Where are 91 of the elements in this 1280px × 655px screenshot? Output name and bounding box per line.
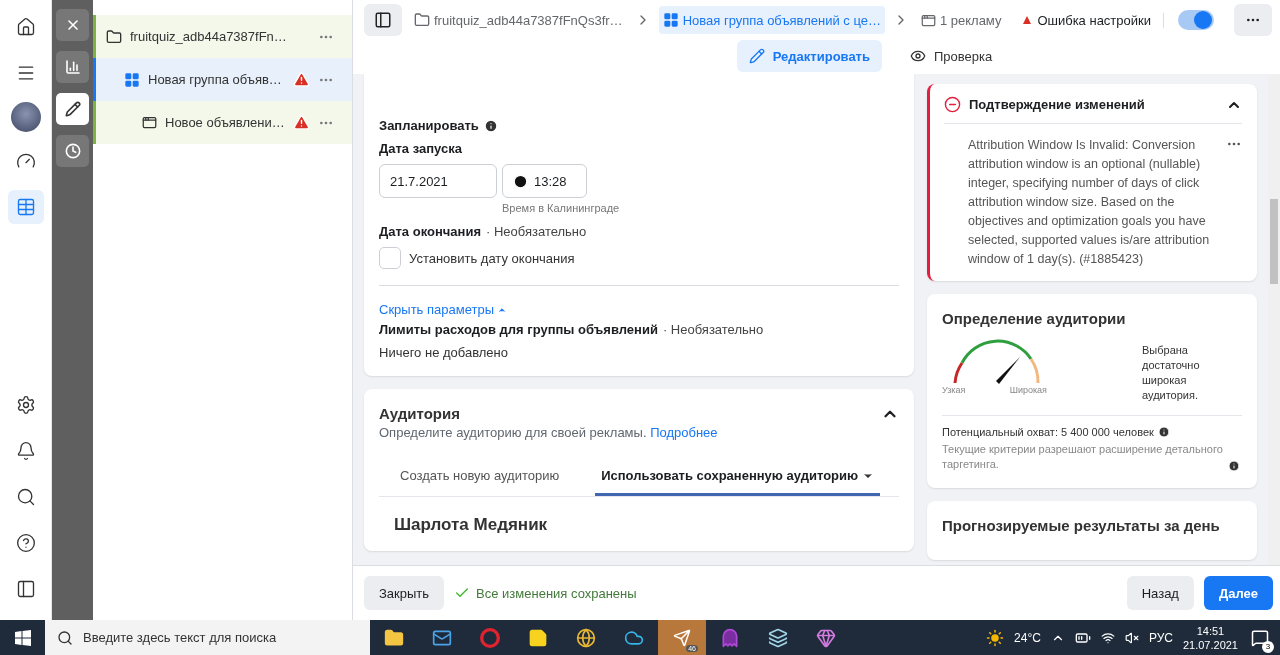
sidebar-icon <box>374 11 392 29</box>
mode-tab[interactable]: Редактировать <box>736 40 882 72</box>
info-icon <box>483 118 498 133</box>
folder-icon <box>414 12 430 28</box>
folder-icon <box>106 28 122 45</box>
pages-icon <box>768 627 788 648</box>
tool-button[interactable] <box>56 93 89 125</box>
tree-item[interactable]: Новая группа объяв… <box>93 58 352 101</box>
wifi-icon <box>1100 630 1115 645</box>
back-button[interactable]: Назад <box>1126 576 1194 610</box>
temperature: 24°C <box>1014 630 1041 645</box>
gauge-label: Узкая <box>942 385 966 395</box>
bar-chart-icon <box>64 59 81 75</box>
reach-text: Потенциальный охват: 5 400 000 человек <box>942 426 1154 438</box>
pencil-icon <box>748 48 765 64</box>
eye-icon <box>910 48 926 64</box>
breadcrumb[interactable]: Новая группа объявлений с це… <box>658 6 885 34</box>
optional-label: · Необязательно <box>662 322 764 337</box>
field-label: Дата окончания <box>379 224 481 239</box>
bell-icon <box>15 441 36 461</box>
creature-icon <box>720 627 740 648</box>
notification-icon[interactable] <box>1251 628 1269 647</box>
window-icon <box>920 12 936 28</box>
field-label: Дата запуска <box>379 141 462 156</box>
sidebar-icon <box>15 579 36 599</box>
info-icon <box>1157 426 1170 438</box>
hide-options-link[interactable]: Скрыть параметры <box>379 302 507 317</box>
mute-icon <box>1124 630 1139 645</box>
warning-icon <box>293 114 310 131</box>
warning-icon <box>293 71 310 88</box>
windows-start-icon[interactable] <box>14 629 31 646</box>
audience-verdict: Выбрана достаточно широкая аудитория. <box>1142 343 1201 403</box>
note-icon <box>528 627 548 648</box>
close-button[interactable]: Закрыть <box>364 576 445 610</box>
error-icon <box>944 96 961 113</box>
checkbox[interactable] <box>379 247 401 269</box>
section-label: Запланировать <box>379 118 479 133</box>
sidebar-toggle-button[interactable] <box>364 4 402 36</box>
clock-display: 14:51 21.07.2021 <box>1182 623 1238 652</box>
help-icon <box>15 533 36 553</box>
tree-item[interactable]: Новое объявлени… <box>93 101 352 144</box>
audience-tab[interactable]: Использовать сохраненную аудиторию <box>595 460 881 496</box>
section-subtitle: Определите аудиторию для своей рекламы. <box>379 425 647 440</box>
gem-icon <box>816 627 836 648</box>
date-field[interactable]: 21.7.2021 <box>379 164 497 198</box>
empty-value: Ничего не добавлено <box>379 345 509 360</box>
notification-count: 3 <box>1262 640 1274 653</box>
avatar[interactable] <box>10 102 41 132</box>
globe-icon <box>576 627 596 648</box>
tool-button[interactable] <box>56 135 89 167</box>
breadcrumb[interactable]: 1 рекламу <box>916 6 1006 34</box>
audience-tab[interactable]: Создать новую аудиторию <box>394 460 566 496</box>
card-title: Определение аудитории <box>942 310 1127 327</box>
error-message: Attribution Window Is Invalid: Conversion attribution window is an optional (nullable) integer, specifying number of days of click attribution window size. Based on the objectives and optimization goals you have selected, supported values is/are attribution window of 1 day(s). (#1885423) <box>968 137 1211 268</box>
section-title: Аудитория <box>379 405 461 422</box>
window-icon <box>142 115 157 130</box>
pencil-icon <box>64 101 81 117</box>
taskbar-search-field[interactable]: Введите здесь текст для поиска <box>45 620 370 655</box>
breadcrumb[interactable]: fruitquiz_adb44a7387fFnQs3fr… <box>410 6 627 34</box>
learn-more-link[interactable]: Подробнее <box>650 425 718 440</box>
search-icon <box>57 629 73 646</box>
language-indicator: РУС <box>1148 630 1173 645</box>
targeting-note: Текущие критерии разрешают расширение детального таргетинга. <box>942 442 1224 472</box>
sun-icon <box>986 628 1005 647</box>
next-button[interactable]: Далее <box>1203 576 1273 610</box>
grid-icon <box>662 12 679 28</box>
error-title: Подтверждение изменений <box>969 97 1146 112</box>
folder-icon <box>384 627 404 648</box>
scrollbar[interactable] <box>1268 74 1280 565</box>
paper-plane-icon <box>673 628 691 647</box>
field-label: Лимиты расходов для группы объявлений <box>379 322 658 337</box>
home-icon <box>15 17 36 37</box>
checkbox-label: Установить дату окончания <box>409 250 575 266</box>
status-label: Ошибка настройки <box>1023 12 1164 28</box>
info-icon <box>1228 460 1240 472</box>
audience-name: Шарлота Медяник <box>394 515 549 535</box>
mode-tab[interactable]: Проверка <box>898 40 1005 72</box>
timezone-hint: Время в Калининграде <box>502 202 621 214</box>
card-title: Прогнозируемые результаты за день <box>942 517 1221 534</box>
save-status: Все изменения сохранены <box>476 585 637 601</box>
warning-icon <box>1023 16 1032 24</box>
table-icon <box>15 197 36 217</box>
gauge-label: Широкая <box>1009 385 1047 395</box>
grid-icon <box>124 71 140 88</box>
ring-icon <box>480 627 500 648</box>
settings-icon <box>15 395 36 415</box>
time-field[interactable]: 13:28 <box>502 164 587 198</box>
search-icon <box>15 487 36 507</box>
toggle-switch[interactable] <box>1178 10 1214 30</box>
tree-item[interactable]: fruitquiz_adb44a7387fFn… <box>93 15 352 58</box>
optional-label: · Необязательно <box>486 224 587 239</box>
